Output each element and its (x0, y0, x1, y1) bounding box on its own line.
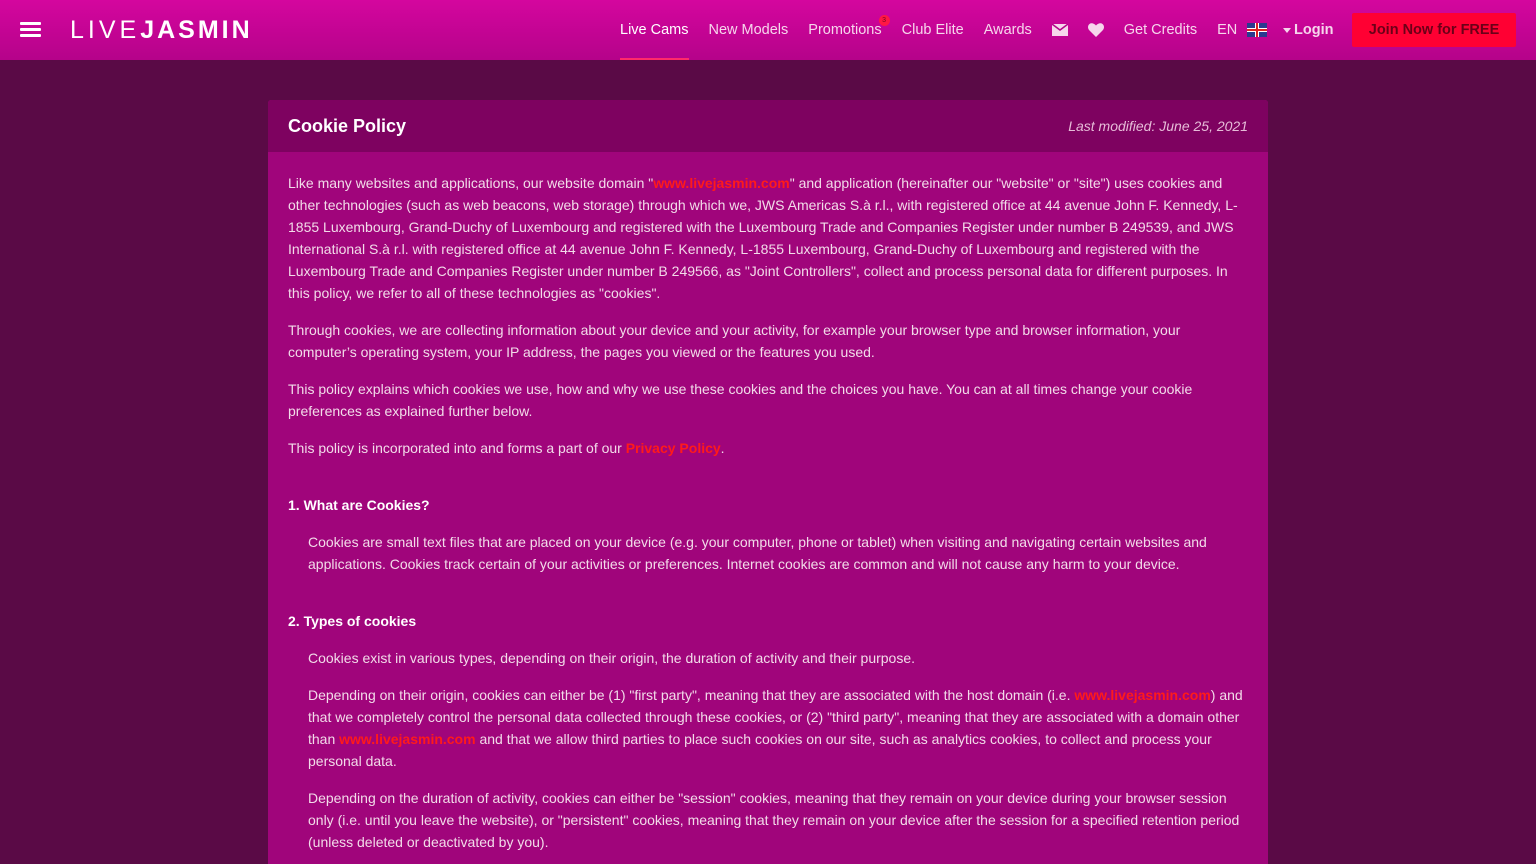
join-button[interactable]: Join Now for FREE (1352, 13, 1516, 47)
page-title: Cookie Policy (288, 115, 407, 136)
section-heading-types-of-cookies: 2. Types of cookies (288, 613, 417, 629)
favorites-button[interactable] (1078, 0, 1114, 60)
privacy-policy-link[interactable]: Privacy Policy (626, 440, 721, 456)
livejasmin-domain-link[interactable]: www.livejasmin.com (653, 175, 789, 191)
site-logo[interactable]: LIVEJASMIN (70, 16, 253, 44)
nav-club-elite[interactable]: Club Elite (892, 0, 974, 60)
promotions-count-badge: 3 (878, 15, 890, 26)
logo-light-text: LIVE (70, 16, 141, 44)
section2-paragraph-1: Cookies exist in various types, dependin… (308, 650, 916, 666)
section2-paragraph-2: Depending on their origin, cookies can e… (288, 684, 1248, 772)
caret-down-icon (1283, 27, 1292, 33)
nav-promotions[interactable]: Promotions 3 (798, 0, 891, 60)
menu-icon[interactable] (20, 22, 41, 38)
card-header: Cookie Policy Last modified: June 25, 20… (268, 100, 1268, 152)
nav-promotions-label: Promotions (808, 22, 882, 38)
nav-awards[interactable]: Awards (974, 0, 1042, 60)
intro-p1-text-a: Like many websites and applications, our… (288, 175, 654, 191)
nav-new-models[interactable]: New Models (699, 0, 799, 60)
nav-get-credits[interactable]: Get Credits (1114, 0, 1207, 60)
intro-paragraph-1: Like many websites and applications, our… (288, 172, 1248, 304)
main-nav: Live Cams New Models Promotions 3 Club E… (610, 0, 1299, 60)
logo-bold-text: JASMIN (140, 16, 253, 44)
envelope-icon (1051, 24, 1068, 36)
top-header: LIVEJASMIN Live Cams New Models Promotio… (0, 0, 1536, 60)
intro-p4-text-b: . (720, 440, 725, 456)
section2-p2-text-a: Depending on their origin, cookies can e… (308, 687, 1075, 703)
livejasmin-domain-link-3[interactable]: www.livejasmin.com (339, 731, 475, 747)
intro-paragraph-3: This policy explains which cookies we us… (288, 381, 1193, 419)
section1-paragraph-1: Cookies are small text files that are pl… (308, 534, 1207, 572)
heart-icon (1087, 23, 1104, 37)
cookie-policy-card: Cookie Policy Last modified: June 25, 20… (268, 100, 1268, 864)
section2-paragraph-3: Depending on the duration of activity, c… (308, 790, 1240, 850)
last-modified-date: Last modified: June 25, 2021 (1068, 118, 1248, 134)
policy-body: Like many websites and applications, our… (268, 152, 1268, 853)
login-link[interactable]: Login (1294, 0, 1333, 60)
language-code: EN (1217, 22, 1238, 38)
section-heading-what-are-cookies: 1. What are Cookies? (288, 497, 430, 513)
intro-p4-text-a: This policy is incorporated into and for… (288, 440, 626, 456)
messages-button[interactable] (1042, 0, 1078, 60)
intro-p1-text-b: " and application (hereinafter our "webs… (288, 175, 1238, 301)
intro-paragraph-2: Through cookies, we are collecting infor… (288, 322, 1181, 360)
uk-flag-icon (1247, 23, 1268, 37)
language-selector[interactable]: EN (1207, 0, 1299, 60)
intro-paragraph-4: This policy is incorporated into and for… (288, 437, 1248, 459)
livejasmin-domain-link-2[interactable]: www.livejasmin.com (1074, 687, 1210, 703)
nav-live-cams[interactable]: Live Cams (610, 0, 699, 60)
